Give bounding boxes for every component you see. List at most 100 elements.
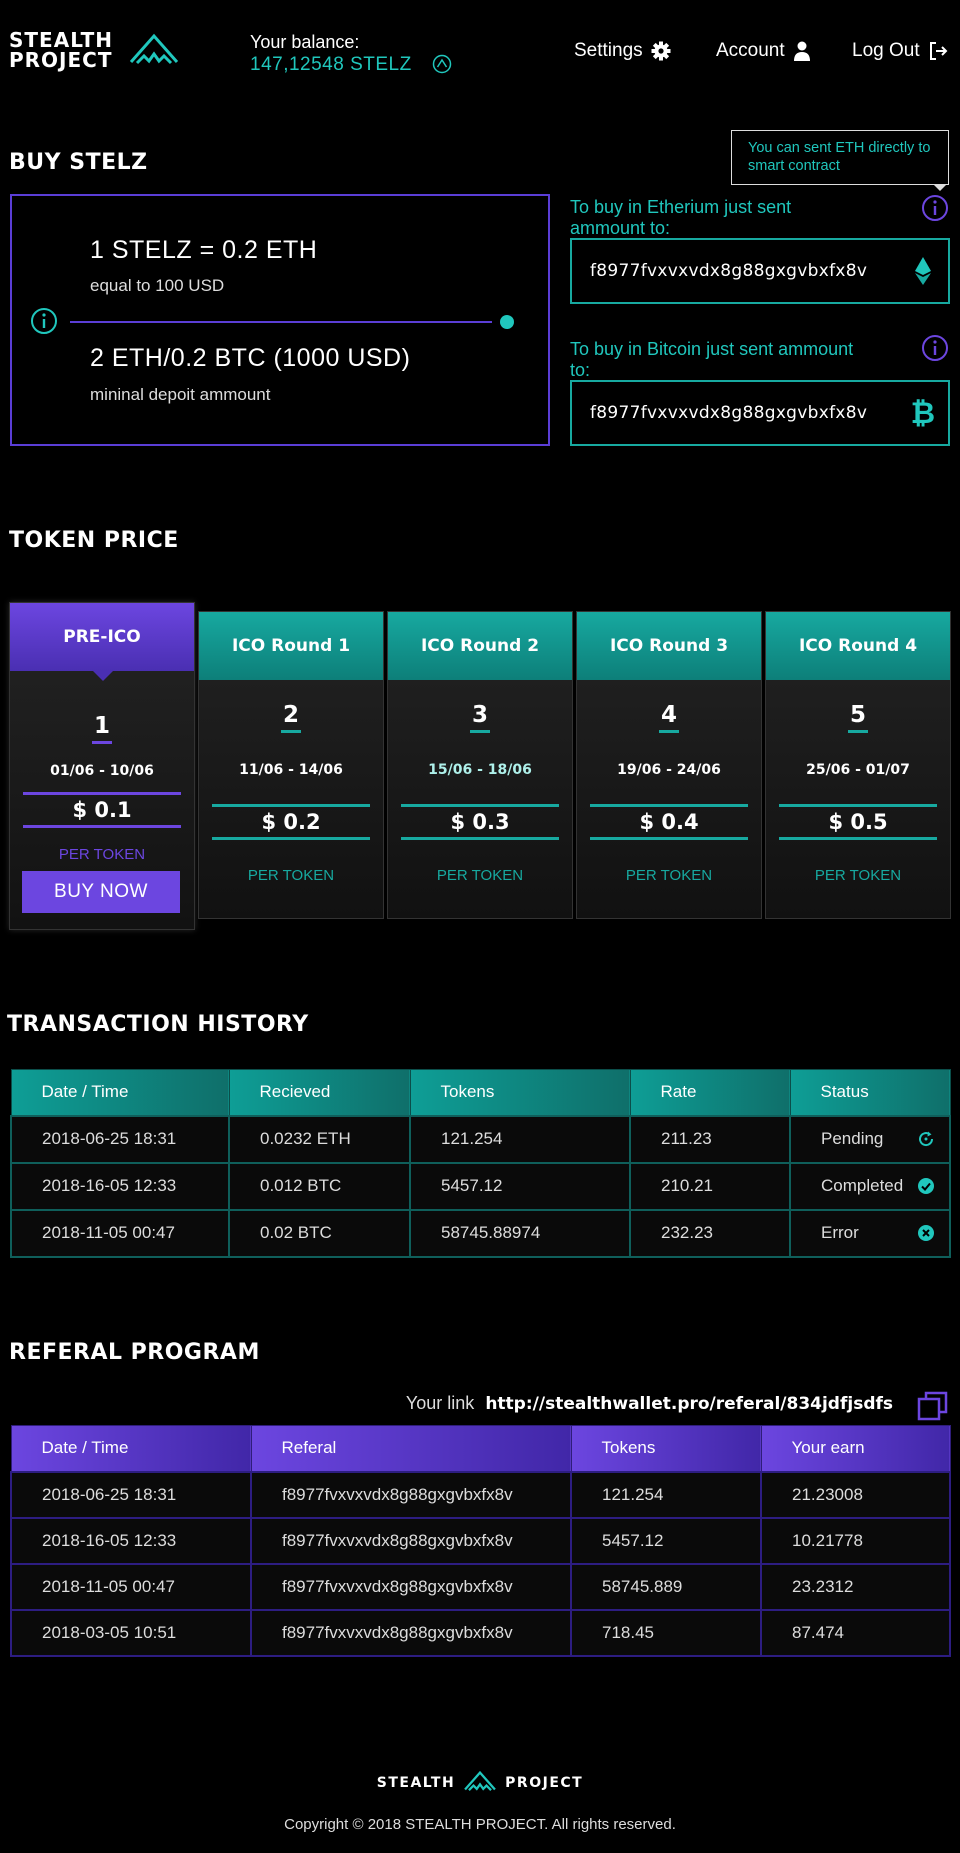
btc-info-icon[interactable] xyxy=(921,334,949,362)
nav-settings[interactable]: Settings xyxy=(574,40,671,62)
round-name: ICO Round 4 xyxy=(766,612,950,680)
bitcoin-icon: ₿ xyxy=(910,395,936,431)
table-row: 2018-16-05 12:33 f8977fvxvxvdx8g88gxgvbx… xyxy=(10,1516,951,1565)
round-card-4: ICO Round 4 5 25/06 - 01/07 $ 0.5 PER TO… xyxy=(765,611,951,919)
referral-link-row: Your link http://stealthwallet.pro/refer… xyxy=(406,1393,893,1414)
cell-earn: 21.23008 xyxy=(760,1470,951,1519)
cell-referal: f8977fvxvxvdx8g88gxgvbxfx8v xyxy=(250,1516,572,1565)
per-token-label: PER TOKEN xyxy=(58,846,146,863)
cell-date: 2018-06-25 18:31 xyxy=(10,1470,252,1519)
footer-logo-left: STEALTH xyxy=(376,1775,456,1791)
info-icon[interactable] xyxy=(30,307,58,335)
nav-logout[interactable]: Log Out xyxy=(852,40,948,62)
per-token-label: PER TOKEN xyxy=(247,867,335,884)
cell-date: 2018-11-05 00:47 xyxy=(10,1208,230,1258)
eth-tooltip: You can sent ETH directly to smart contr… xyxy=(731,130,949,185)
buy-section-title: BUY STELZ xyxy=(9,150,148,175)
cell-status: Pending xyxy=(789,1114,951,1164)
column-header[interactable]: Rate xyxy=(629,1069,791,1116)
round-number: 3 xyxy=(388,702,572,733)
round-dates: 19/06 - 24/06 xyxy=(617,762,721,778)
round-dates: 25/06 - 01/07 xyxy=(806,762,910,778)
eth-pay-label: To buy in Etherium just sent ammount to: xyxy=(570,197,792,238)
round-number: 4 xyxy=(577,702,761,733)
cell-rate: 210.21 xyxy=(629,1161,791,1211)
column-header[interactable]: Tokens xyxy=(409,1069,631,1116)
round-price: $ 0.4 xyxy=(590,804,748,840)
referral-title: REFERAL PROGRAM xyxy=(9,1340,260,1365)
eth-address-box[interactable]: f8977fvxvxvdx8g88gxgvbxfx8v xyxy=(570,238,950,304)
rate-info-box: 1 STELZ = 0.2 ETH equal to 100 USD 2 ETH… xyxy=(10,194,550,446)
column-header[interactable]: Recieved xyxy=(228,1069,411,1116)
column-header[interactable]: Your earn xyxy=(760,1425,951,1472)
btc-address-box[interactable]: f8977fvxvxvdx8g88gxgvbxfx8v ₿ xyxy=(570,380,950,446)
round-card-pre-ico: PRE-ICO 1 01/06 - 10/06 $ 0.1 PER TOKEN … xyxy=(9,602,195,930)
column-header[interactable]: Date / Time xyxy=(10,1069,230,1116)
cell-tokens: 5457.12 xyxy=(570,1516,762,1565)
round-name: ICO Round 2 xyxy=(388,612,572,680)
card-head-arrow xyxy=(93,671,113,681)
table-row: 2018-16-05 12:33 0.012 BTC 5457.12 210.2… xyxy=(10,1161,951,1211)
status-text: Pending xyxy=(821,1129,884,1148)
table-row: 2018-11-05 00:47 f8977fvxvxvdx8g88gxgvbx… xyxy=(10,1562,951,1611)
cell-referal: f8977fvxvxvdx8g88gxgvbxfx8v xyxy=(250,1562,572,1611)
cell-earn: 87.474 xyxy=(760,1608,951,1657)
table-row: 2018-11-05 00:47 0.02 BTC 58745.88974 23… xyxy=(10,1208,951,1258)
per-token-label: PER TOKEN xyxy=(814,867,902,884)
nav-account[interactable]: Account xyxy=(716,40,811,62)
cell-rate: 232.23 xyxy=(629,1208,791,1258)
round-name: ICO Round 3 xyxy=(577,612,761,680)
column-header[interactable]: Date / Time xyxy=(10,1425,252,1472)
minimum-deposit-label: mininal depoit ammount xyxy=(90,385,271,404)
round-dates: 15/06 - 18/06 xyxy=(428,762,532,778)
eth-address[interactable]: f8977fvxvxvdx8g88gxgvbxfx8v xyxy=(590,261,898,281)
footer-logo[interactable]: STEALTH PROJECT xyxy=(0,1770,960,1796)
round-number-value: 5 xyxy=(847,702,868,733)
referral-table: Date / Time Referal Tokens Your earn 201… xyxy=(10,1425,951,1657)
nav-logout-label: Log Out xyxy=(852,40,920,61)
nav-settings-label: Settings xyxy=(574,40,643,61)
status-text: Completed xyxy=(821,1176,904,1195)
cell-date: 2018-03-05 10:51 xyxy=(10,1608,252,1657)
round-number-value: 1 xyxy=(91,713,112,744)
cell-rate: 211.23 xyxy=(629,1114,791,1164)
logout-icon xyxy=(929,42,948,60)
balance-value: 147,12548 STELZ xyxy=(250,54,412,75)
per-token-label: PER TOKEN xyxy=(625,867,713,884)
round-name: ICO Round 1 xyxy=(199,612,383,680)
cell-date: 2018-16-05 12:33 xyxy=(10,1516,252,1565)
tooltip-arrow xyxy=(933,184,947,191)
footer-logo-right: PROJECT xyxy=(505,1775,584,1791)
token-price-title: TOKEN PRICE xyxy=(9,528,179,553)
logo-mountain-icon xyxy=(464,1770,496,1791)
round-dates: 01/06 - 10/06 xyxy=(50,763,154,779)
refresh-icon xyxy=(919,1131,934,1147)
cell-referal: f8977fvxvxvdx8g88gxgvbxfx8v xyxy=(250,1608,572,1657)
logo[interactable]: STEALTH PROJECT xyxy=(9,30,113,70)
round-dates: 11/06 - 14/06 xyxy=(239,762,343,778)
copy-icon[interactable] xyxy=(917,1390,949,1422)
cell-earn: 23.2312 xyxy=(760,1562,951,1611)
exchange-rate: 1 STELZ = 0.2 ETH xyxy=(90,236,318,264)
btc-pay-label: To buy in Bitcoin just sent ammount to: xyxy=(570,339,854,380)
referral-link[interactable]: http://stealthwallet.pro/referal/834jdfj… xyxy=(485,1394,893,1414)
column-header[interactable]: Tokens xyxy=(570,1425,762,1472)
round-number-value: 4 xyxy=(658,702,679,733)
referral-link-label: Your link xyxy=(405,1393,475,1413)
table-row: 2018-06-25 18:31 f8977fvxvxvdx8g88gxgvbx… xyxy=(10,1470,951,1519)
round-card-1: ICO Round 1 2 11/06 - 14/06 $ 0.2 PER TO… xyxy=(198,611,384,919)
transactions-table: Date / Time Recieved Tokens Rate Status … xyxy=(10,1069,951,1258)
transaction-history-title: TRANSACTION HISTORY xyxy=(7,1012,309,1037)
column-header[interactable]: Referal xyxy=(250,1425,572,1472)
logo-mountain-icon xyxy=(129,33,179,65)
user-icon xyxy=(793,41,810,61)
cell-tokens: 121.254 xyxy=(570,1470,762,1519)
round-card-2: ICO Round 2 3 15/06 - 18/06 $ 0.3 PER TO… xyxy=(387,611,573,919)
round-price: $ 0.5 xyxy=(779,804,937,840)
btc-address[interactable]: f8977fvxvxvdx8g88gxgvbxfx8v xyxy=(590,403,898,423)
column-header[interactable]: Status xyxy=(789,1069,951,1116)
status-text: Error xyxy=(821,1223,859,1242)
round-number: 1 xyxy=(10,713,194,744)
eth-info-icon[interactable] xyxy=(921,194,949,222)
buy-now-button[interactable]: BUY NOW xyxy=(22,871,180,913)
